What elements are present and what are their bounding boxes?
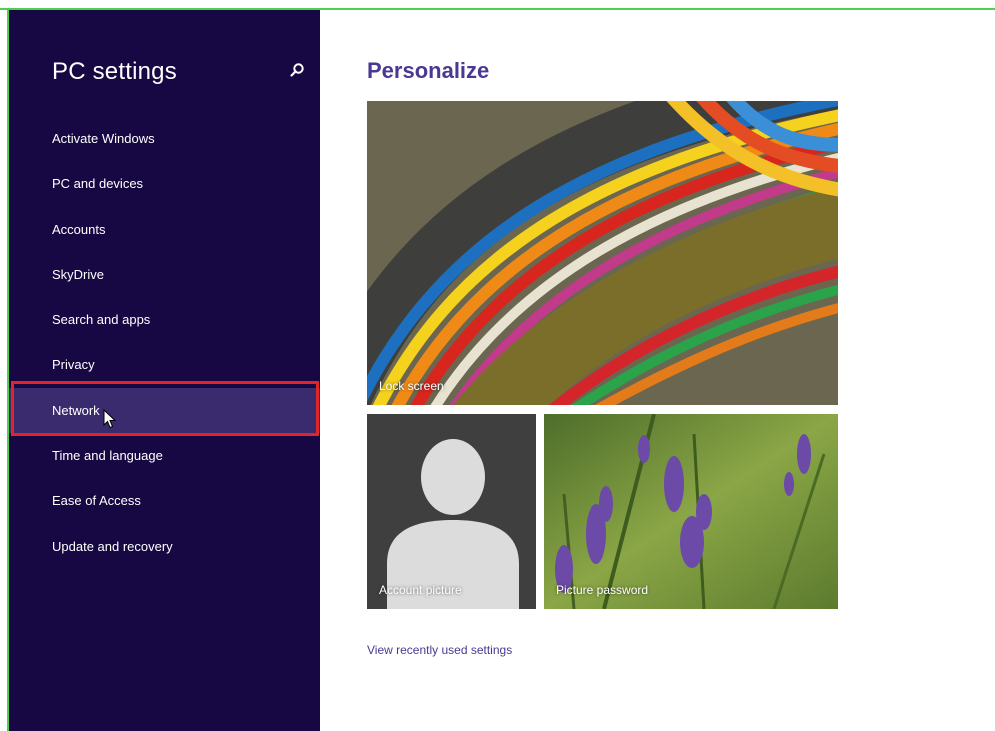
sidebar-item-search-and-apps[interactable]: Search and apps xyxy=(9,297,320,342)
lock-screen-image xyxy=(367,101,838,405)
sidebar-title: PC settings xyxy=(52,58,177,85)
user-silhouette-icon xyxy=(367,414,536,609)
picture-password-tile[interactable]: Picture password xyxy=(544,414,838,609)
sidebar-item-privacy[interactable]: Privacy xyxy=(9,342,320,387)
page-title: Personalize xyxy=(367,58,490,83)
account-picture-tile[interactable]: Account picture xyxy=(367,414,536,609)
account-picture-label: Account picture xyxy=(379,583,462,597)
picture-password-label: Picture password xyxy=(556,583,649,597)
sidebar-item-network[interactable]: Network xyxy=(9,387,320,434)
sidebar-item-time-and-language[interactable]: Time and language xyxy=(9,433,320,478)
sidebar-item-activate-windows[interactable]: Activate Windows xyxy=(9,116,320,161)
sidebar-item-skydrive[interactable]: SkyDrive xyxy=(9,252,320,297)
sidebar-item-pc-and-devices[interactable]: PC and devices xyxy=(9,161,320,206)
sidebar: PC settings Activate Windows PC and devi… xyxy=(9,10,320,731)
mouse-pointer-icon xyxy=(103,409,117,429)
lock-screen-tile[interactable]: Lock screen xyxy=(367,101,838,405)
settings-nav: Activate Windows PC and devices Accounts… xyxy=(9,116,320,569)
main-pane: Personalize Lock screen Account picture … xyxy=(320,10,995,731)
sidebar-item-accounts[interactable]: Accounts xyxy=(9,207,320,252)
view-recent-settings-link[interactable]: View recently used settings xyxy=(367,643,512,657)
sidebar-item-update-and-recovery[interactable]: Update and recovery xyxy=(9,524,320,569)
lavender-image xyxy=(544,414,838,609)
search-icon[interactable] xyxy=(289,62,305,78)
sidebar-item-ease-of-access[interactable]: Ease of Access xyxy=(9,478,320,523)
lock-screen-label: Lock screen xyxy=(379,379,444,393)
